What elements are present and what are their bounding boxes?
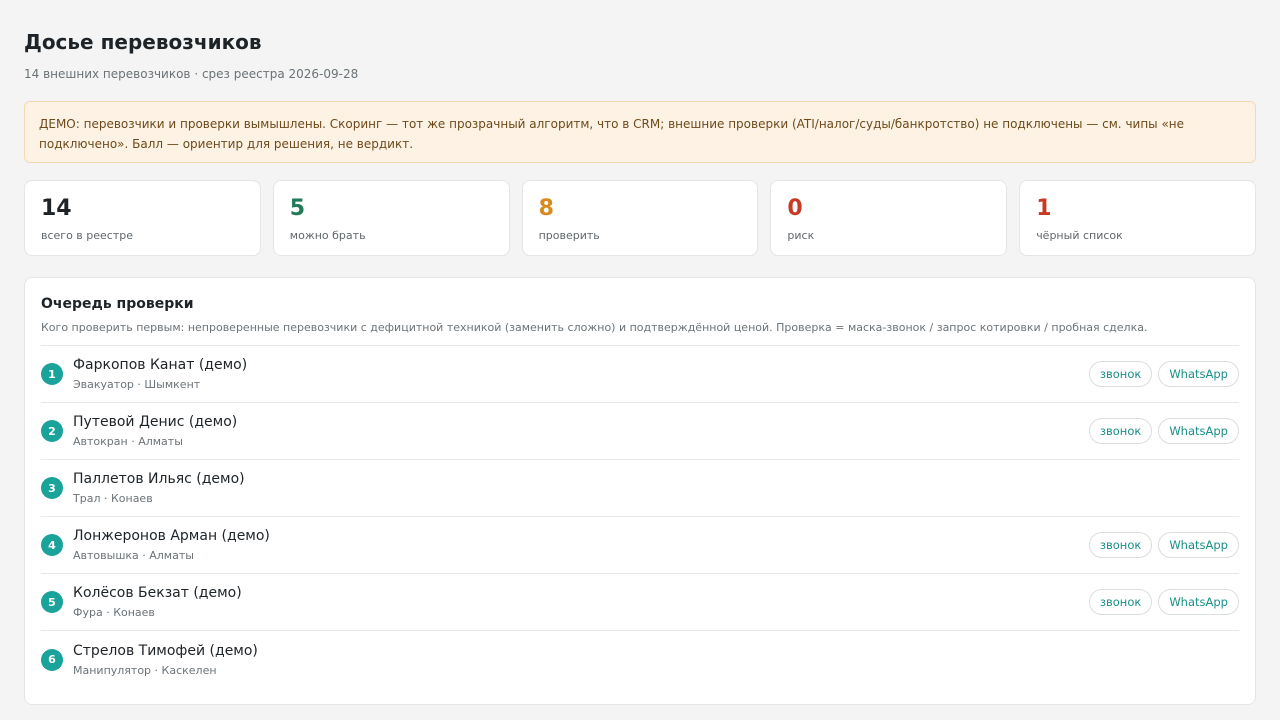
call-button[interactable]: звонок [1088,532,1153,558]
carrier-info: Фаркопов Канат (демо) Эвакуатор · Шымкент [73,356,1089,392]
rank-badge: 1 [41,363,63,385]
stat-label: проверить [538,229,600,242]
carrier-name[interactable]: Паллетов Ильяс (демо) [73,470,1239,488]
carrier-name[interactable]: Лонжеронов Арман (демо) [73,527,1089,545]
carrier-name[interactable]: Путевой Денис (демо) [73,413,1089,431]
page-subtitle: 14 внешних перевозчиков · срез реестра 2… [24,67,359,81]
queue-row[interactable]: 3 Паллетов Ильяс (демо) Трал · Конаев [41,460,1239,517]
call-button[interactable]: звонок [1088,589,1153,615]
demo-notice: ДЕМО: перевозчики и проверки вымышлены. … [24,101,1256,163]
contact-actions: звонок WhatsApp [1088,418,1239,444]
stat-card-check: 8 проверить [521,180,759,256]
rank-badge: 2 [41,420,63,442]
contact-actions: звонок WhatsApp [1088,361,1239,387]
carrier-name[interactable]: Фаркопов Канат (демо) [73,356,1089,374]
stat-label: чёрный список [1036,229,1123,242]
stat-value: 0 [787,196,803,221]
queue-description: Кого проверить первым: непроверенные пер… [41,321,1239,346]
stat-label: всего в реестре [41,229,134,242]
verification-queue: Очередь проверки Кого проверить первым: … [24,277,1256,705]
call-button[interactable]: звонок [1088,361,1153,387]
queue-row[interactable]: 2 Путевой Денис (демо) Автокран · Алматы зв… [41,403,1239,460]
carrier-info: Колёсов Бекзат (демо) Фура · Конаев [73,584,1089,620]
queue-list: 1 Фаркопов Канат (демо) Эвакуатор · Шымкен… [41,346,1239,688]
queue-row[interactable]: 1 Фаркопов Канат (демо) Эвакуатор · Шымкен… [41,346,1239,403]
rank-badge: 6 [41,648,63,671]
carrier-meta: Эвакуатор · Шымкент [73,378,201,391]
stat-value: 14 [41,196,72,221]
stat-value: 8 [538,196,554,221]
queue-row[interactable]: 5 Колёсов Бекзат (демо) Фура · Конаев звоно… [41,574,1239,631]
page: Досье перевозчиков 14 внешних перевозчик… [0,0,1280,705]
queue-title: Очередь проверки [41,296,194,312]
stat-card-ok: 5 можно брать [272,180,510,256]
page-title: Досье перевозчиков [24,30,262,54]
rank-badge: 5 [41,591,63,613]
stat-card-blacklist: 1 чёрный список [1019,180,1256,256]
whatsapp-button[interactable]: WhatsApp [1158,361,1239,387]
carrier-info: Лонжеронов Арман (демо) Автовышка · Алмат… [73,527,1089,563]
queue-row[interactable]: 6 Стрелов Тимофей (демо) Манипулятор · Кас… [41,631,1239,688]
carrier-meta: Трал · Конаев [73,492,153,505]
stat-value: 1 [1036,196,1052,221]
stat-value: 5 [289,196,306,221]
contact-actions: звонок WhatsApp [1088,532,1239,558]
call-button[interactable]: звонок [1088,418,1153,444]
whatsapp-button[interactable]: WhatsApp [1158,589,1239,615]
carrier-info: Стрелов Тимофей (демо) Манипулятор · Каск… [73,642,1239,678]
carrier-info: Паллетов Ильяс (демо) Трал · Конаев [73,470,1239,506]
carrier-info: Путевой Денис (демо) Автокран · Алматы [73,413,1089,449]
rank-badge: 3 [41,477,63,499]
carrier-name[interactable]: Стрелов Тимофей (демо) [73,642,1239,660]
queue-row[interactable]: 4 Лонжеронов Арман (демо) Автовышка · Алма… [41,517,1239,574]
stat-label: можно брать [289,229,366,242]
contact-actions: звонок WhatsApp [1088,589,1239,615]
stat-card-risk: 0 риск [770,180,1008,256]
carrier-meta: Автокран · Алматы [73,435,183,448]
whatsapp-button[interactable]: WhatsApp [1158,418,1239,444]
whatsapp-button[interactable]: WhatsApp [1158,532,1239,558]
rank-badge: 4 [41,534,63,556]
stat-card-total: 14 всего в реестре [24,180,261,256]
carrier-meta: Манипулятор · Каскелен [73,663,217,677]
carrier-meta: Фура · Конаев [73,606,155,619]
carrier-meta: Автовышка · Алматы [73,549,194,562]
stats-row: 14 всего в реестре 5 можно брать 8 прове… [24,180,1256,256]
stat-label: риск [787,229,815,242]
carrier-name[interactable]: Колёсов Бекзат (демо) [73,584,1089,602]
